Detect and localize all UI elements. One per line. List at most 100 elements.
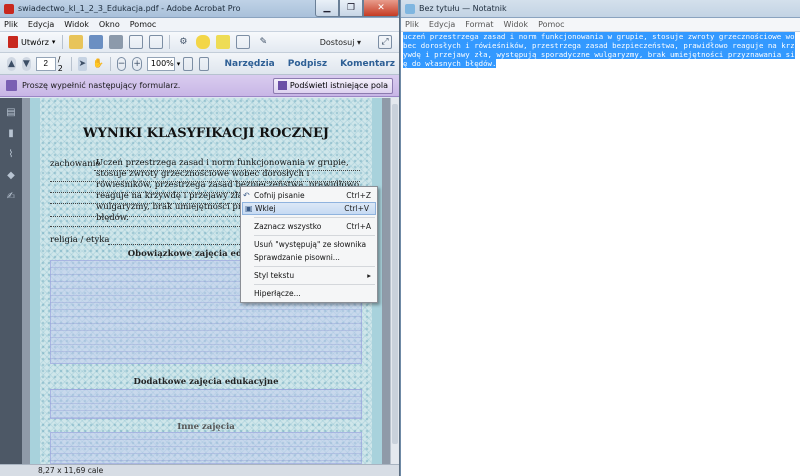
customize-label: Dostosuj: [319, 37, 355, 47]
ctx-paste-shortcut: Ctrl+V: [344, 204, 369, 213]
ctx-undo-typing[interactable]: ↶ Cofnij pisanie Ctrl+Z: [241, 189, 377, 202]
navigation-pane: ▤ ▮ ⌇ ◆ ✍: [0, 98, 22, 464]
toolbar-divider: [169, 35, 171, 49]
ctx-undo-label: Cofnij pisanie: [254, 191, 305, 200]
submenu-arrow-icon: ▸: [367, 271, 371, 280]
ctx-undo-shortcut: Ctrl+Z: [346, 191, 371, 200]
page-total: / 2: [57, 54, 63, 73]
selected-text: uczeń przestrzega zasad i norm funkcjono…: [403, 32, 795, 68]
other-section-title: Inne zajęcia: [177, 422, 235, 432]
menu-view[interactable]: Widok: [64, 20, 89, 29]
page-thumbnails-icon[interactable]: ▤: [5, 106, 17, 119]
close-button[interactable]: ✕: [363, 0, 399, 17]
save-icon[interactable]: [89, 35, 104, 49]
attachments-paperclip-icon[interactable]: ⌇: [5, 148, 17, 161]
comment-pane-button[interactable]: Komentarz: [340, 59, 395, 69]
menu-help[interactable]: Pomoc: [130, 20, 157, 29]
expand-toolbar-icon[interactable]: ⤢: [378, 35, 392, 49]
notepad-app-icon: [405, 3, 415, 14]
ctx-paste-label: Wklej: [255, 204, 276, 213]
highlight-icon[interactable]: [216, 35, 231, 49]
dotted-line: [94, 170, 360, 171]
acrobat-titlebar[interactable]: swiadectwo_kl_1_2_3_Edukacja.pdf - Adobe…: [0, 0, 399, 18]
np-menu-help[interactable]: Pomoc: [538, 20, 565, 29]
toolbar-divider: [62, 35, 64, 49]
menu-edit[interactable]: Edycja: [28, 20, 54, 29]
maximize-button[interactable]: ❐: [339, 0, 363, 17]
email-icon[interactable]: [149, 35, 164, 49]
dotted-line: [50, 181, 360, 182]
menu-separator: [254, 266, 375, 267]
print-icon[interactable]: [109, 35, 124, 49]
vertical-scrollbar[interactable]: [390, 98, 399, 464]
form-message-bar: Proszę wypełnić następujący formularz. P…: [0, 75, 399, 97]
acrobat-menubar: Plik Edycja Widok Okno Pomoc: [0, 18, 399, 32]
layers-icon[interactable]: ◆: [5, 169, 17, 182]
form-message: Proszę wypełnić następujący formularz.: [22, 81, 181, 90]
menu-window[interactable]: Okno: [99, 20, 120, 29]
highlight-fields-icon: [277, 81, 287, 90]
ctx-hyperlink[interactable]: Hiperłącze...: [241, 287, 377, 300]
sign-icon[interactable]: ✎: [256, 35, 270, 49]
select-cursor-icon[interactable]: ➤: [77, 56, 87, 71]
form-info-icon: [6, 80, 17, 91]
ctx-hyperlink-label: Hiperłącze...: [254, 289, 301, 298]
tools-pane-button[interactable]: Narzędzia: [225, 59, 275, 69]
minimize-button[interactable]: ▁: [315, 0, 339, 17]
ctx-select-all[interactable]: Zaznacz wszystko Ctrl+A: [241, 220, 377, 233]
notepad-text-area[interactable]: uczeń przestrzega zasad i norm funkcjono…: [401, 32, 800, 476]
undo-icon: ↶: [243, 191, 250, 200]
notepad-window: Bez tytułu — Notatnik Plik Edycja Format…: [401, 0, 800, 476]
menu-separator: [254, 217, 375, 218]
zoom-out-icon[interactable]: −: [116, 56, 127, 71]
create-label: Utwórz: [21, 37, 49, 47]
zoom-in-icon[interactable]: +: [132, 56, 142, 71]
form-edit-icon[interactable]: [236, 35, 251, 49]
ctx-spell-check-label: Sprawdzanie pisowni...: [254, 253, 340, 262]
status-bar: 8,27 x 11,69 cale: [0, 464, 399, 476]
ctx-text-style-label: Styl tekstu: [254, 271, 295, 280]
np-menu-view[interactable]: Widok: [504, 20, 529, 29]
religion-label: religia / etyka: [50, 235, 110, 245]
ctx-paste[interactable]: ▣ Wklej Ctrl+V: [242, 202, 376, 215]
page-number-input[interactable]: [35, 56, 56, 71]
settings-gear-icon[interactable]: ⚙: [176, 35, 190, 49]
menu-file[interactable]: Plik: [4, 20, 18, 29]
ctx-remove-from-dictionary[interactable]: Usuń "występują" ze słownika: [241, 238, 377, 251]
fit-page-icon[interactable]: [183, 56, 193, 71]
other-activities-field[interactable]: [50, 432, 362, 464]
signatures-pen-icon[interactable]: ✍: [5, 190, 17, 203]
menu-separator: [254, 284, 375, 285]
np-menu-edit[interactable]: Edycja: [429, 20, 455, 29]
hand-tool-icon[interactable]: ✋: [93, 57, 104, 71]
customize-dropdown[interactable]: Dostosuj ▾: [320, 38, 361, 47]
open-folder-icon[interactable]: [69, 35, 84, 49]
zoom-value: 100%: [150, 58, 174, 68]
chevron-down-icon[interactable]: ▾: [177, 60, 181, 68]
zoom-level-select[interactable]: 100%: [146, 56, 175, 71]
next-page-icon[interactable]: ▼: [21, 56, 31, 71]
ctx-select-all-shortcut: Ctrl+A: [346, 222, 371, 231]
highlight-fields-button[interactable]: Podświetl istniejące pola: [272, 77, 393, 94]
bookmarks-icon[interactable]: ▮: [5, 127, 17, 140]
notepad-window-title: Bez tytułu — Notatnik: [419, 4, 507, 13]
previous-page-icon[interactable]: ▲: [7, 56, 16, 71]
acrobat-window: swiadectwo_kl_1_2_3_Edukacja.pdf - Adobe…: [0, 0, 400, 476]
ctx-select-all-label: Zaznacz wszystko: [254, 222, 322, 231]
additional-grades-field[interactable]: [50, 389, 362, 419]
fit-width-icon[interactable]: [198, 56, 209, 71]
behavior-label: zachowanie: [50, 159, 101, 169]
document-title: WYNIKI KLASYFIKACJI ROCZNEJ: [82, 126, 330, 141]
comment-bubble-icon[interactable]: [196, 35, 211, 49]
menu-separator: [254, 235, 375, 236]
share-icon[interactable]: [129, 35, 144, 49]
acrobat-main-toolbar: Utwórz ▾ ⚙ ✎ Dostosuj ▾ ⤢: [0, 32, 399, 53]
notepad-titlebar[interactable]: Bez tytułu — Notatnik: [401, 0, 800, 18]
create-button[interactable]: Utwórz ▾: [4, 34, 59, 50]
np-menu-format[interactable]: Format: [465, 20, 493, 29]
scrollbar-thumb[interactable]: [392, 104, 398, 444]
ctx-text-style[interactable]: Styl tekstu ▸: [241, 269, 377, 282]
sign-pane-button[interactable]: Podpisz: [288, 59, 327, 69]
np-menu-file[interactable]: Plik: [405, 20, 419, 29]
ctx-spell-check[interactable]: Sprawdzanie pisowni...: [241, 251, 377, 264]
